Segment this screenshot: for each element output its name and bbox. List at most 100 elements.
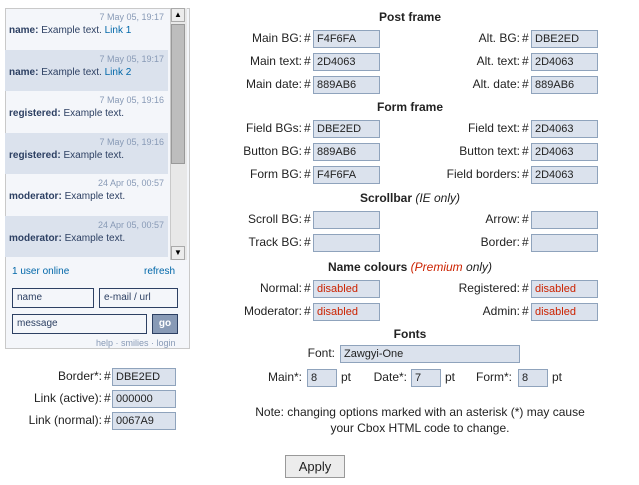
date-size-label: Date*: [373, 370, 407, 384]
main-text-field[interactable]: 2D4063 [313, 53, 380, 71]
note-line-2: your Cbox HTML code to change. [330, 421, 510, 435]
hash-sign: # [522, 31, 529, 45]
date-size-unit: pt [445, 370, 456, 384]
link-normal-label: Link (normal): [28, 413, 102, 427]
field-text-field[interactable]: 2D4063 [531, 120, 598, 138]
scroll-bg-label: Scroll BG: [247, 212, 302, 226]
message-date: 7 May 05, 19:16 [99, 95, 164, 105]
admin-label: Admin: [482, 304, 520, 318]
hash-sign: # [522, 167, 529, 181]
scrollbar-heading-text: Scrollbar [359, 191, 412, 205]
message-item: 7 May 05, 19:17 name: Example text. Link… [5, 49, 168, 91]
main-date-field[interactable]: 889AB6 [313, 76, 380, 94]
border-label: Border*: [57, 369, 102, 383]
button-bg-field[interactable]: 889AB6 [313, 143, 380, 161]
message-item: 7 May 05, 19:16 registered: Example text… [5, 91, 168, 133]
hash-sign: # [522, 281, 529, 295]
refresh-link[interactable]: refresh [144, 266, 175, 277]
main-size-unit: pt [341, 370, 352, 384]
registered-field[interactable]: disabled [531, 280, 598, 298]
name-input[interactable]: name [12, 288, 94, 308]
field-bgs-field[interactable]: DBE2ED [313, 120, 380, 138]
link-normal-field[interactable]: 0067A9 [112, 412, 176, 430]
form-size-field[interactable]: 8 [518, 369, 548, 387]
alt-date-label: Alt. date: [472, 77, 520, 91]
message-name: registered: [9, 108, 61, 119]
hash-sign: # [522, 304, 529, 318]
alt-bg-label: Alt. BG: [478, 31, 520, 45]
name-colours-heading-text: Name colours [327, 260, 408, 274]
scroll-bg-field[interactable] [313, 211, 380, 229]
message-link[interactable]: Link 1 [105, 25, 132, 36]
font-label: Font: [307, 346, 335, 360]
help-links[interactable]: help · smilies · login [96, 338, 176, 348]
alt-bg-field[interactable]: DBE2ED [531, 30, 598, 48]
message-name: name: [9, 66, 39, 78]
form-size-label: Form*: [476, 370, 512, 384]
field-borders-field[interactable]: 2D4063 [531, 166, 598, 184]
hash-sign: # [304, 212, 311, 226]
message-text: Example text. [63, 108, 125, 119]
normal-field[interactable]: disabled [313, 280, 380, 298]
main-bg-label: Main BG: [251, 31, 302, 45]
hash-sign: # [304, 235, 311, 249]
link-active-field[interactable]: 000000 [112, 390, 176, 408]
border-field[interactable]: DBE2ED [112, 368, 176, 386]
message-item: 7 May 05, 19:17 name: Example text. Link… [5, 8, 168, 50]
scroll-up-arrow-icon[interactable]: ▲ [171, 8, 185, 22]
main-text-label: Main text: [249, 54, 302, 68]
message-item: 24 Apr 05, 00:57 moderator: Example text… [5, 215, 168, 257]
font-field[interactable]: Zawgyi-One [340, 345, 520, 363]
main-bg-field[interactable]: F4F6FA [313, 30, 380, 48]
name-colours-heading: Name colours (Premium only) [210, 260, 610, 274]
premium-only-note: only) [466, 260, 493, 274]
hash-sign: # [522, 77, 529, 91]
arrow-field[interactable] [531, 211, 598, 229]
message-date: 7 May 05, 19:16 [99, 136, 164, 147]
button-text-field[interactable]: 2D4063 [531, 143, 598, 161]
form-size-unit: pt [552, 370, 563, 384]
hash-sign: # [522, 121, 529, 135]
message-input[interactable]: message [12, 314, 147, 334]
users-online[interactable]: 1 user online [12, 266, 69, 277]
premium-note: (Premium [410, 260, 463, 274]
message-text: Example text. [64, 191, 126, 202]
arrow-label: Arrow: [485, 212, 520, 226]
scroll-down-arrow-icon[interactable]: ▼ [171, 246, 185, 260]
hash-sign: # [304, 144, 311, 158]
moderator-field[interactable]: disabled [313, 303, 380, 321]
alt-date-field[interactable]: 889AB6 [531, 76, 598, 94]
form-bg-field[interactable]: F4F6FA [313, 166, 380, 184]
email-input[interactable]: e-mail / url [99, 288, 178, 308]
registered-label: Registered: [458, 281, 520, 295]
message-date: 7 May 05, 19:17 [99, 12, 164, 22]
border-field[interactable] [531, 234, 598, 252]
scrollbar-thumb[interactable] [171, 24, 185, 164]
hash-sign: # [304, 31, 311, 45]
message-date: 7 May 05, 19:17 [99, 53, 164, 64]
normal-label: Normal: [259, 281, 302, 295]
hash-sign: # [304, 54, 311, 68]
message-name: registered: [9, 149, 61, 161]
button-text-label: Button text: [459, 144, 520, 158]
main-size-field[interactable]: 8 [307, 369, 337, 387]
main-size-label: Main*: [267, 370, 302, 384]
main-date-label: Main date: [245, 77, 302, 91]
message-link[interactable]: Link 2 [105, 67, 132, 78]
message-item: 7 May 05, 19:16 registered: Example text… [5, 132, 168, 174]
hash-sign: # [304, 167, 311, 181]
message-list: 7 May 05, 19:17 name: Example text. Link… [5, 8, 168, 260]
message-date: 24 Apr 05, 00:57 [97, 219, 164, 230]
alt-text-field[interactable]: 2D4063 [531, 53, 598, 71]
date-size-field[interactable]: 7 [411, 369, 441, 387]
link-active-label: Link (active): [33, 391, 102, 405]
field-text-label: Field text: [467, 121, 520, 135]
hash-sign: # [522, 212, 529, 226]
admin-field[interactable]: disabled [531, 303, 598, 321]
message-name: moderator: [9, 191, 62, 202]
hash-sign: # [104, 369, 111, 383]
apply-button[interactable]: Apply [285, 455, 345, 478]
message-name: moderator: [9, 232, 62, 244]
track-bg-field[interactable] [313, 234, 380, 252]
go-button[interactable]: go [152, 314, 178, 334]
